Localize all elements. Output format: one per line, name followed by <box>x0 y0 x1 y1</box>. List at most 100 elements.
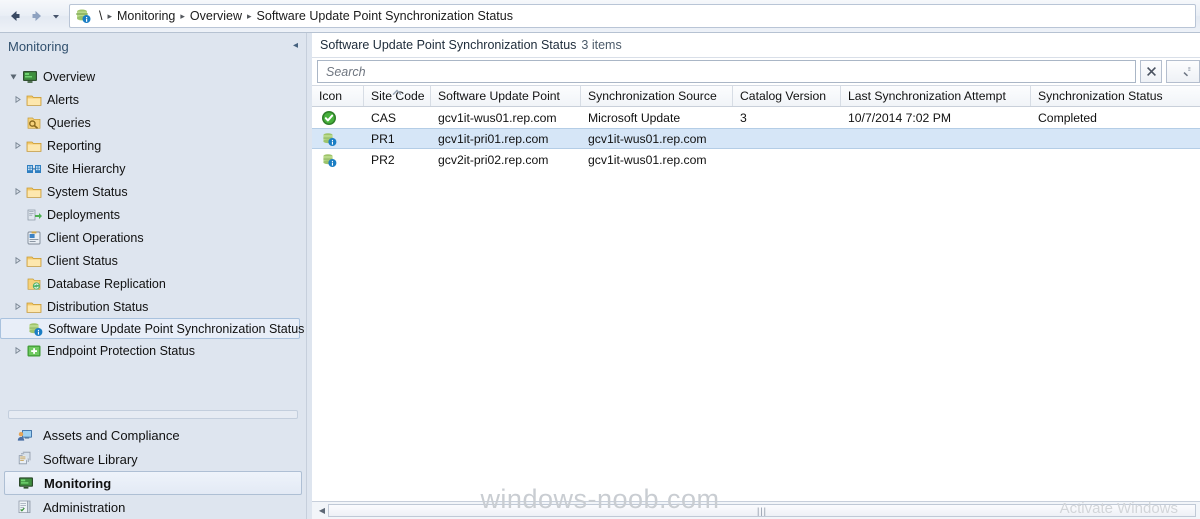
folder-icon <box>25 253 42 269</box>
tree-item-site-hierarchy[interactable]: Site Hierarchy <box>0 157 306 180</box>
collapse-pane-icon[interactable]: ◂ <box>293 41 298 51</box>
tree-item-label: Site Hierarchy <box>47 161 126 176</box>
column-header-catalog-version[interactable]: Catalog Version <box>733 86 841 106</box>
sync-status-icon <box>26 321 43 337</box>
column-header-label: Synchronization Source <box>588 89 717 103</box>
scroll-left-arrow[interactable]: ◀ <box>316 506 328 515</box>
column-header-label: Icon <box>319 89 343 103</box>
horizontal-scroll-area: ◀ ||| <box>312 501 1200 519</box>
pane-splitter-grip[interactable] <box>8 410 298 419</box>
client-operations-icon <box>25 230 42 246</box>
tree-expander-collapsed-icon[interactable] <box>10 346 25 355</box>
item-count: 3 items <box>581 38 622 52</box>
overview-icon <box>21 69 38 85</box>
search-box[interactable] <box>317 60 1136 83</box>
tree-item-label: Reporting <box>47 138 102 153</box>
column-header-software-update-point[interactable]: Software Update Point <box>431 86 581 106</box>
workspace-assets-and-compliance[interactable]: Assets and Compliance <box>4 423 302 447</box>
folder-icon <box>25 138 42 154</box>
tree-expander-collapsed-icon[interactable] <box>10 141 25 150</box>
column-header-synchronization-status[interactable]: Synchronization Status <box>1031 86 1200 106</box>
grid-header-row: Icon Site Code Software Update Point Synchr… <box>312 85 1200 107</box>
tree-expander-collapsed-icon[interactable] <box>10 187 25 196</box>
cell-synchronization-source: gcv1it-wus01.rep.com <box>588 152 707 167</box>
column-header-icon[interactable]: Icon <box>312 86 364 106</box>
workspace-label: Assets and Compliance <box>43 427 180 443</box>
tree-item-client-operations[interactable]: Client Operations <box>0 226 306 249</box>
tree-item-queries[interactable]: Queries <box>0 111 306 134</box>
navigation-bar: \ ▸ Monitoring ▸ Overview ▸ Software Upd… <box>0 0 1200 33</box>
cell-synchronization-status: Completed <box>1038 110 1097 125</box>
tree-item-label: Client Operations <box>47 230 144 245</box>
workspace-monitoring[interactable]: Monitoring <box>4 471 302 495</box>
tree-item-label: Software Update Point Synchronization St… <box>48 321 305 336</box>
column-header-label: Software Update Point <box>438 89 560 103</box>
tree-expander-expanded-icon[interactable] <box>6 72 21 81</box>
breadcrumb-item-current[interactable]: Software Update Point Synchronization St… <box>253 9 517 23</box>
navigation-pane-title: Monitoring <box>8 38 69 54</box>
clear-search-button[interactable] <box>1140 60 1162 83</box>
success-check-icon <box>312 110 364 126</box>
sync-point-icon <box>312 152 364 168</box>
search-input[interactable] <box>324 63 1129 80</box>
tree-expander-collapsed-icon[interactable] <box>10 95 25 104</box>
tree-item-system-status[interactable]: System Status <box>0 180 306 203</box>
database-replication-icon <box>25 276 42 292</box>
tree-item-endpoint-protection-status[interactable]: Endpoint Protection Status <box>0 339 306 362</box>
breadcrumb-item-root[interactable]: \ <box>95 9 106 23</box>
breadcrumb-item-overview[interactable]: Overview <box>186 9 246 23</box>
tree-item-distribution-status[interactable]: Distribution Status <box>0 295 306 318</box>
cell-catalog-version: 3 <box>740 110 747 125</box>
tree-expander-collapsed-icon[interactable] <box>10 256 25 265</box>
column-header-label: Last Synchronization Attempt <box>848 89 1006 103</box>
workspace-label: Monitoring <box>44 475 112 491</box>
folder-icon <box>25 92 42 108</box>
cell-software-update-point: gcv1it-wus01.rep.com <box>438 110 557 125</box>
tree-item-overview[interactable]: Overview <box>0 65 306 88</box>
cell-site-code: PR1 <box>371 131 395 146</box>
table-row[interactable]: PR1 gcv1it-pri01.rep.com gcv1it-wus01.rep.… <box>312 128 1200 149</box>
workspace-label: Administration <box>43 499 126 515</box>
grid-body: CAS gcv1it-wus01.rep.com Microsoft Update 3… <box>312 107 1200 501</box>
search-button[interactable] <box>1166 60 1200 83</box>
table-row[interactable]: PR2 gcv2it-pri02.rep.com gcv1it-wus01.rep.… <box>312 149 1200 170</box>
deployments-icon <box>25 207 42 223</box>
tree-item-client-status[interactable]: Client Status <box>0 249 306 272</box>
navigation-pane: Monitoring ◂ Overview Alerts Queries Report… <box>0 33 306 519</box>
tree-item-label: Database Replication <box>47 276 166 291</box>
tree-item-software-update-point-synchronization-status[interactable]: Software Update Point Synchronization St… <box>0 318 304 339</box>
column-header-site-code[interactable]: Site Code <box>364 86 431 106</box>
column-header-synchronization-source[interactable]: Synchronization Source <box>581 86 733 106</box>
breadcrumb[interactable]: \ ▸ Monitoring ▸ Overview ▸ Software Upd… <box>69 4 1196 28</box>
tree-item-label: System Status <box>47 184 128 199</box>
workspace-software-library[interactable]: Software Library <box>4 447 302 471</box>
column-header-label: Catalog Version <box>740 89 827 103</box>
back-button[interactable] <box>4 5 26 27</box>
workspace-label: Software Library <box>43 451 138 467</box>
page-title: Software Update Point Synchronization St… <box>320 38 577 52</box>
tree-expander-collapsed-icon[interactable] <box>10 302 25 311</box>
column-header-last-synchronization-attempt[interactable]: Last Synchronization Attempt <box>841 86 1031 106</box>
folder-icon <box>25 299 42 315</box>
history-dropdown-button[interactable] <box>48 5 64 27</box>
tree-item-database-replication[interactable]: Database Replication <box>0 272 306 295</box>
table-row[interactable]: CAS gcv1it-wus01.rep.com Microsoft Update 3… <box>312 107 1200 128</box>
tree-item-label: Queries <box>47 115 91 130</box>
cell-synchronization-source: Microsoft Update <box>588 110 681 125</box>
horizontal-scrollbar[interactable]: ||| <box>328 504 1196 517</box>
software-library-icon <box>14 449 36 469</box>
tree-item-deployments[interactable]: Deployments <box>0 203 306 226</box>
site-hierarchy-icon <box>25 161 42 177</box>
forward-button[interactable] <box>26 5 48 27</box>
cell-site-code: PR2 <box>371 152 395 167</box>
console-body: Monitoring ◂ Overview Alerts Queries Report… <box>0 33 1200 519</box>
tree-item-reporting[interactable]: Reporting <box>0 134 306 157</box>
tree-item-label: Overview <box>43 69 96 84</box>
cell-site-code: CAS <box>371 110 397 125</box>
tree-item-label: Alerts <box>47 92 79 107</box>
search-row <box>312 58 1200 85</box>
tree-item-alerts[interactable]: Alerts <box>0 88 306 111</box>
tree-item-label: Distribution Status <box>47 299 149 314</box>
workspace-administration[interactable]: Administration <box>4 495 302 519</box>
breadcrumb-item-monitoring[interactable]: Monitoring <box>113 9 179 23</box>
